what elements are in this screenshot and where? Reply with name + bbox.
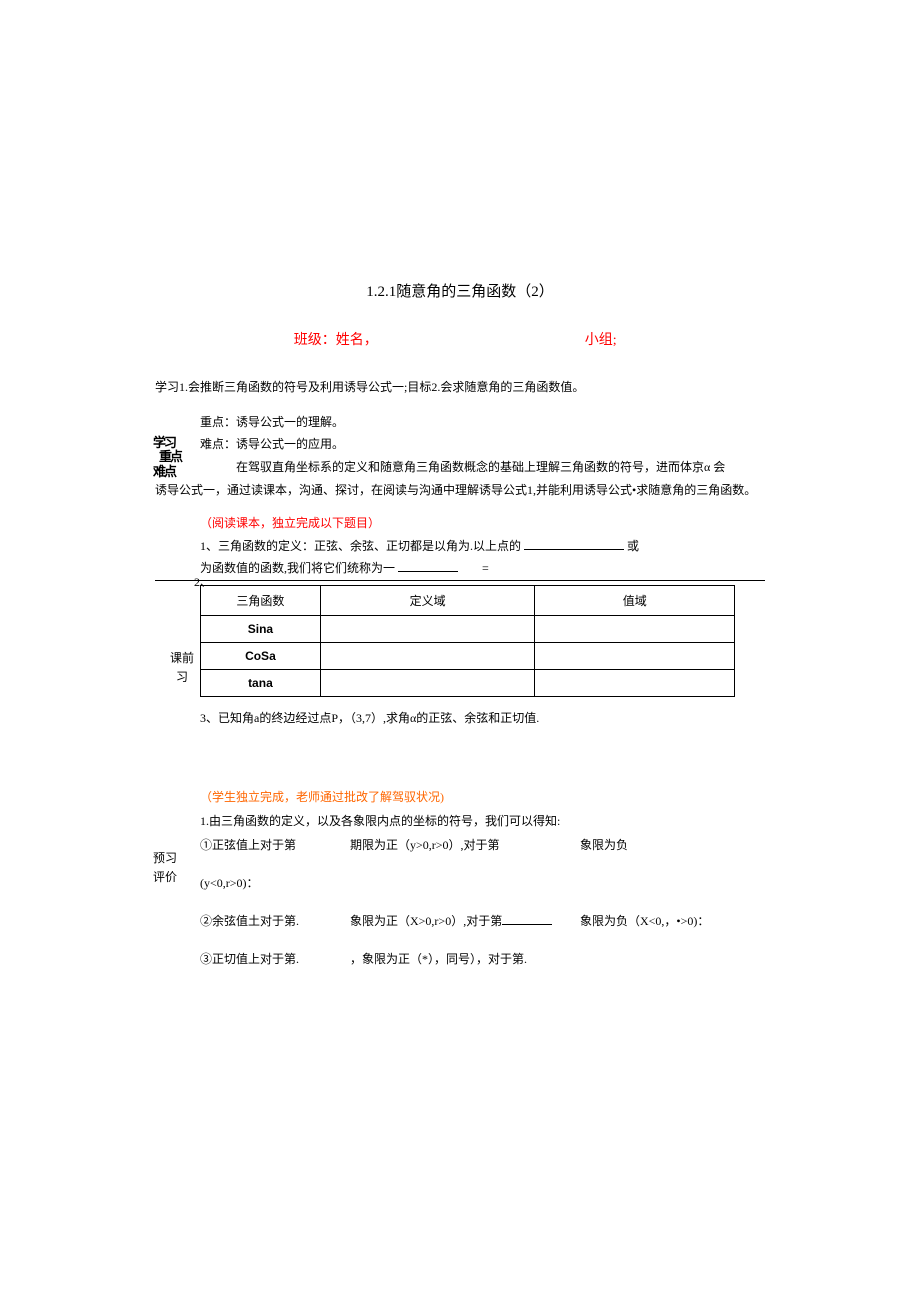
prestudy-header: （阅读课本，独立完成以下题目）	[200, 512, 765, 535]
focus-line-4: 诱导公式一，通过读课本，沟通、探讨，在阅读与沟通中理解诱导公式1,并能利用诱导公…	[155, 479, 765, 502]
eval-header: （学生独立完成，老师通过批改了解驾驭状况)	[200, 785, 765, 809]
cell-empty	[535, 670, 735, 697]
prestudy-q1: 1、三角函数的定义：正弦、余弦、正切都是以角为.以上点的 或	[200, 535, 765, 558]
table-row: 三角函数 定义域 值域	[201, 586, 735, 616]
eval-sin-row: ①正弦值上对于第 期限为正（y>0,r>0）,对于第 象限为负	[200, 833, 765, 857]
focus-content: 重点：诱导公式一的理解。 难点：诱导公式一的应用。 在驾驭直角坐标系的定义和随意…	[200, 411, 765, 479]
cell-sin: Sina	[201, 616, 321, 643]
eval-tan-row: ③正切值上对于第. ，象限为正（*），同号），对于第.	[200, 947, 765, 971]
focus-line-2: 难点：诱导公式一的应用。	[200, 433, 765, 456]
table-row: Sina	[201, 616, 735, 643]
trig-table: 三角函数 定义域 值域 Sina CoSa tana	[200, 585, 735, 697]
page-title: 1.2.1随意角的三角函数（2）	[155, 280, 765, 301]
table-row: CoSa	[201, 643, 735, 670]
cell-empty	[535, 643, 735, 670]
prestudy-block: （阅读课本，独立完成以下题目） 1、三角函数的定义：正弦、余弦、正切都是以角为.…	[200, 512, 765, 580]
table-row: tana	[201, 670, 735, 697]
cell-empty	[320, 616, 535, 643]
side-label-focus: 学习 重点 难点	[153, 433, 183, 492]
table-header-range: 值域	[535, 586, 735, 616]
cell-empty	[320, 643, 535, 670]
subtitle-line: 班级：姓名， 小组;	[155, 329, 765, 349]
table-header-domain: 定义域	[320, 586, 535, 616]
cell-cos: CoSa	[201, 643, 321, 670]
eval-sin-cont: (y<0,r>0)：	[200, 871, 765, 895]
side-label-eval: 预习 评价	[153, 849, 177, 887]
focus-line-1: 重点：诱导公式一的理解。	[200, 411, 765, 434]
eval-cos-row: ②余弦值土对于第. 象限为正（X>0,r>0）,对于第 象限为负（X<0,，•>…	[200, 909, 765, 933]
eval-q1: 1.由三角函数的定义，以及各象限内点的坐标的符号，我们可以得知:	[200, 809, 765, 833]
cell-empty	[320, 670, 535, 697]
class-name-label: 班级：姓名，	[294, 333, 378, 348]
q2-number: 2、	[194, 573, 212, 590]
side-label-prestudy: 课前 习	[170, 649, 194, 687]
focus-line-3: 在驾驭直角坐标系的定义和随意角三角函数概念的基础上理解三角函数的符号，进而体京α…	[200, 456, 765, 479]
cell-empty	[535, 616, 735, 643]
eval-content: （学生独立完成，老师通过批改了解驾驭状况) 1.由三角函数的定义，以及各象限内点…	[200, 785, 765, 971]
learning-goal: 学习1.会推断三角函数的符号及利用诱导公式一;目标2.会求随意角的三角函数值。	[155, 377, 765, 399]
prestudy-q1-cont: 为函数值的函数,我们将它们统称为一 =	[200, 557, 765, 580]
prestudy-q3: 3、已知角a的终边经过点P，（3,7）,求角α的正弦、余弦和正切值.	[200, 707, 765, 730]
cell-tan: tana	[201, 670, 321, 697]
group-label: 小组;	[585, 333, 617, 348]
table-header-func: 三角函数	[201, 586, 321, 616]
